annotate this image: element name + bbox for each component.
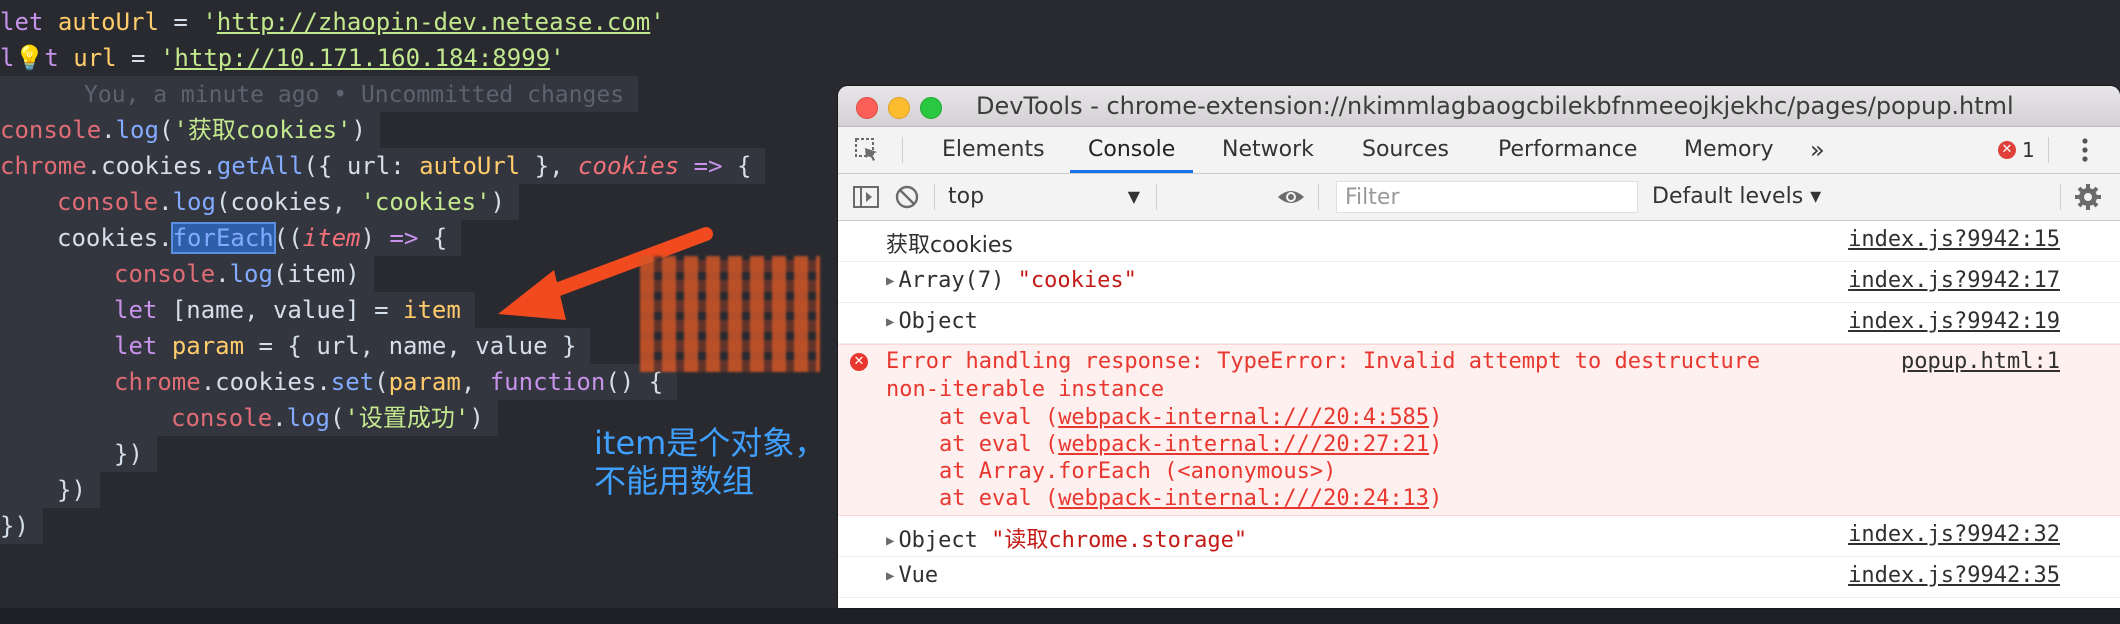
blurred-annotation — [640, 256, 820, 372]
tab-performance[interactable]: Performance — [1498, 127, 1637, 173]
window-title: DevTools - chrome-extension://nkimmlagba… — [976, 92, 2014, 120]
log-row[interactable]: ▶ Object index.js?9942:19 — [838, 303, 2120, 344]
close-window-button[interactable] — [856, 97, 878, 119]
stack-frame: at eval (webpack-internal:///20:4:585) — [886, 405, 1443, 430]
filter-input[interactable]: Filter — [1336, 181, 1638, 213]
code-line-6: console.log(cookies, 'cookies') — [0, 184, 519, 220]
code-line-5: chrome.cookies.getAll({ url: autoUrl }, … — [0, 148, 766, 184]
source-link[interactable]: popup.html:1 — [1901, 349, 2060, 374]
more-tabs-button[interactable]: » — [1810, 127, 1825, 173]
log-row[interactable]: ▶ Vue index.js?9942:35 — [838, 557, 2120, 598]
code-url-link[interactable]: http://zhaopin-dev.netease.com — [217, 8, 650, 36]
more-options-icon[interactable] — [2082, 137, 2088, 167]
code-line-14: }) — [0, 472, 100, 508]
source-link[interactable]: index.js?9942:15 — [1848, 227, 2060, 252]
context-select[interactable]: top ▼ — [948, 174, 1140, 220]
console-output: 获取cookies index.js?9942:15 ▶ Array(7) "co… — [838, 221, 2120, 598]
stack-frame: at eval (webpack-internal:///20:27:21) — [886, 432, 1443, 457]
stack-link[interactable]: webpack-internal:///20:27:21 — [1058, 432, 1429, 457]
dropdown-arrow-icon: ▼ — [1127, 187, 1140, 206]
error-row: ✕ Error handling response: TypeError: In… — [838, 344, 2120, 516]
devtools-window: DevTools - chrome-extension://nkimmlagba… — [838, 86, 2120, 608]
error-count[interactable]: 1 — [2022, 127, 2035, 173]
expand-triangle-icon[interactable]: ▶ — [886, 533, 894, 549]
code-line-4: console.log('获取cookies') — [0, 112, 380, 148]
tab-elements[interactable]: Elements — [942, 127, 1045, 173]
error-icon: ✕ — [850, 353, 868, 371]
eye-icon[interactable] — [1276, 185, 1306, 213]
source-link[interactable]: index.js?9942:35 — [1848, 563, 2060, 588]
code-line-11: chrome.cookies.set(param, function() { — [0, 364, 678, 400]
expand-triangle-icon[interactable]: ▶ — [886, 273, 894, 289]
log-levels-select[interactable]: Default levels ▾ — [1652, 174, 1821, 220]
minimize-window-button[interactable] — [888, 97, 910, 119]
expand-triangle-icon[interactable]: ▶ — [886, 568, 894, 584]
lightbulb-icon[interactable]: 💡 — [14, 44, 44, 72]
source-link[interactable]: index.js?9942:32 — [1848, 522, 2060, 547]
code-line-9: let [name, value] = item — [0, 292, 475, 328]
console-toolbar: top ▼ Filter Default levels ▾ — [838, 174, 2120, 221]
zoom-window-button[interactable] — [920, 97, 942, 119]
sidebar-toggle-icon[interactable] — [852, 184, 880, 214]
inspect-element-icon[interactable] — [854, 137, 880, 167]
source-link[interactable]: index.js?9942:17 — [1848, 268, 2060, 293]
expand-triangle-icon[interactable]: ▶ — [886, 314, 894, 330]
settings-gear-icon[interactable] — [2074, 183, 2102, 215]
tab-memory[interactable]: Memory — [1684, 127, 1773, 173]
stack-link[interactable]: webpack-internal:///20:24:13 — [1058, 486, 1429, 511]
code-line-1: let autoUrl = 'http://zhaopin-dev.neteas… — [0, 8, 665, 36]
log-row: 获取cookies index.js?9942:15 — [838, 221, 2120, 262]
devtools-tabbar: Elements Console Network Sources Perform… — [838, 127, 2120, 174]
code-line-7: cookies.forEach((item) => { — [0, 220, 462, 256]
source-link[interactable]: index.js?9942:19 — [1848, 309, 2060, 334]
code-line-13: }) — [0, 436, 157, 472]
tab-network[interactable]: Network — [1222, 127, 1314, 173]
error-count-icon[interactable]: ✕ — [1998, 141, 2016, 159]
log-row[interactable]: ▶ Object "读取chrome.storage" index.js?9942… — [838, 516, 2120, 557]
code-line-8: console.log(item) — [0, 256, 374, 292]
code-line-12: console.log('设置成功') — [0, 400, 498, 436]
stack-link[interactable]: webpack-internal:///20:4:585 — [1058, 405, 1429, 430]
tab-sources[interactable]: Sources — [1362, 127, 1449, 173]
clear-console-icon[interactable] — [894, 184, 920, 214]
git-blame-hint: You, a minute ago • Uncommitted changes — [0, 76, 639, 112]
code-line-10: let param = { url, name, value } — [0, 328, 591, 364]
stack-frame: at eval (webpack-internal:///20:24:13) — [886, 486, 1443, 511]
code-line-2: l💡t url = 'http://10.171.160.184:8999' — [0, 44, 565, 72]
tab-console[interactable]: Console — [1069, 127, 1194, 173]
code-line-15: }) — [0, 508, 43, 544]
status-strip — [0, 608, 2120, 624]
stack-frame: at Array.forEach (<anonymous>) — [886, 459, 1337, 484]
annotation-note: item是个对象， 不能用数组 — [594, 424, 827, 500]
log-row[interactable]: ▶ Array(7) "cookies" index.js?9942:17 — [838, 262, 2120, 303]
code-url-link[interactable]: http://10.171.160.184:8999 — [174, 44, 550, 72]
window-titlebar: DevTools - chrome-extension://nkimmlagba… — [838, 86, 2120, 127]
